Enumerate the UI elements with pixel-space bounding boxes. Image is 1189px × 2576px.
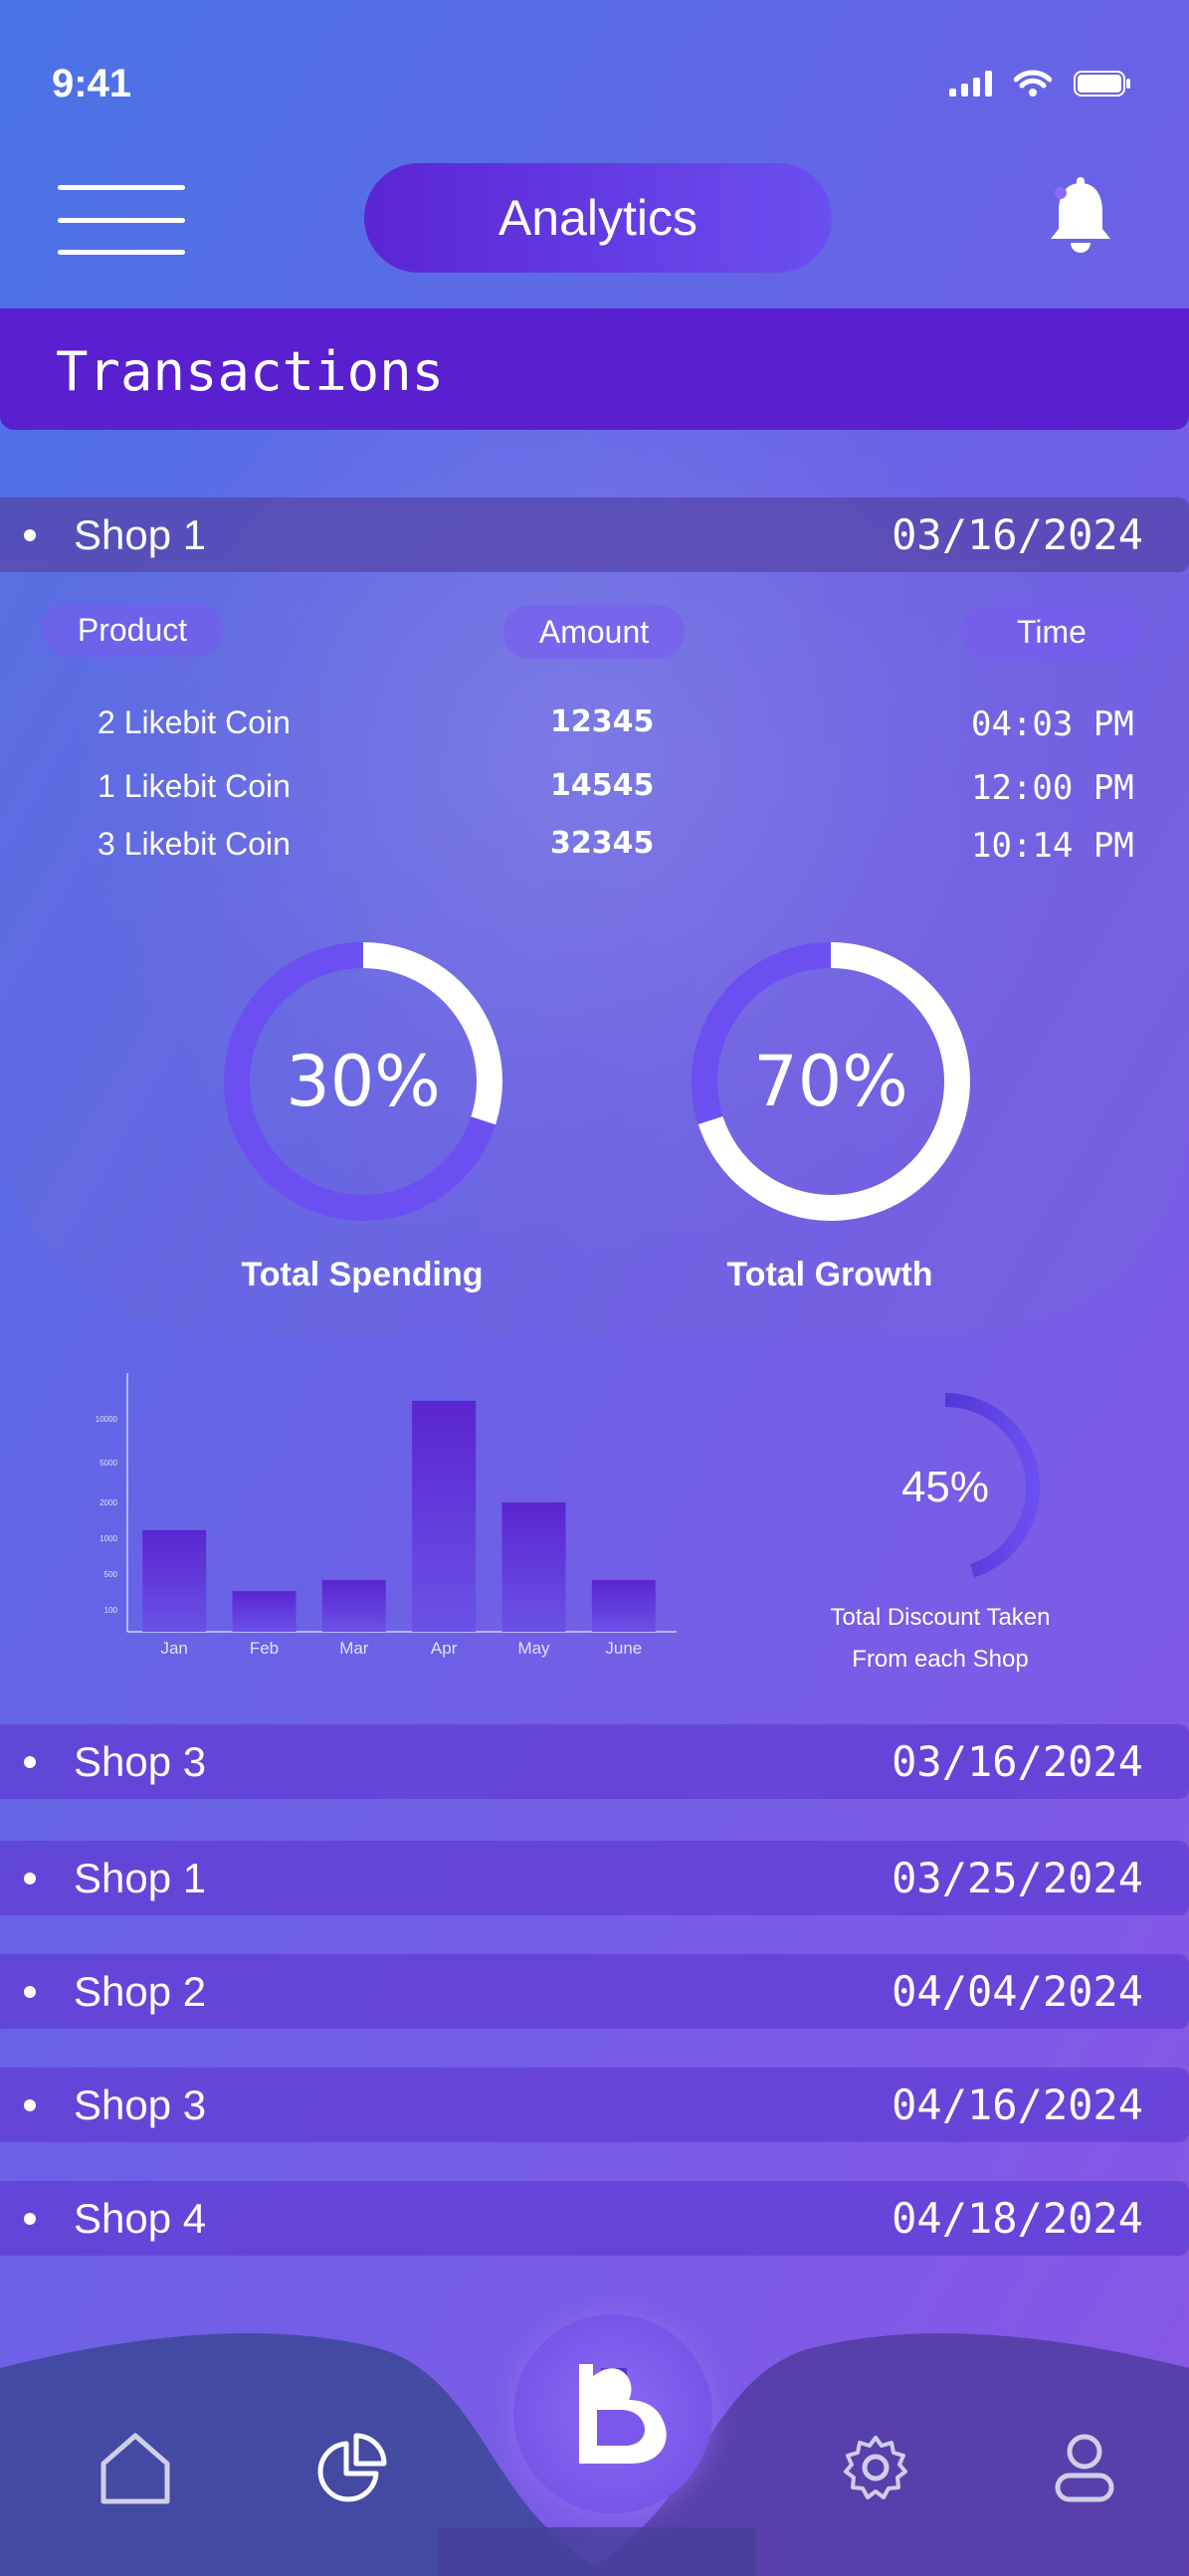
nav-profile[interactable] bbox=[1053, 2432, 1116, 2508]
profile-icon bbox=[1055, 2434, 1114, 2502]
cell-amount: 14545 bbox=[550, 768, 655, 803]
transactions-title: Transactions bbox=[56, 340, 445, 403]
bullet-dot bbox=[24, 2212, 36, 2225]
y-tick-label: 10000 bbox=[96, 1415, 118, 1424]
cell-product: 1 Likebit Coin bbox=[98, 768, 291, 804]
settings-icon bbox=[844, 2436, 907, 2499]
bullet-dot bbox=[24, 528, 36, 541]
bar bbox=[591, 1580, 656, 1632]
discount-ring: 45% bbox=[841, 1383, 1040, 1592]
bar bbox=[412, 1400, 477, 1632]
shop-name: Shop 4 bbox=[74, 2194, 207, 2242]
bullet-dot bbox=[24, 1755, 36, 1768]
transactions-header: Transactions bbox=[0, 308, 1189, 430]
cell-product: 2 Likebit Coin bbox=[98, 704, 291, 740]
shop-date: 04/16/2024 bbox=[892, 2081, 1143, 2129]
hamburger-line bbox=[58, 217, 185, 223]
shop-name: Shop 1 bbox=[74, 510, 207, 558]
shop-row[interactable]: Shop 3 04/16/2024 bbox=[0, 2068, 1189, 2142]
shop-date: 04/04/2024 bbox=[892, 1967, 1143, 2016]
signal-icon bbox=[949, 71, 992, 97]
spending-percent: 30% bbox=[286, 1041, 441, 1122]
nav-analytics[interactable] bbox=[316, 2432, 388, 2508]
cell-time: 10:14 PM bbox=[971, 826, 1134, 866]
home-icon bbox=[100, 2433, 170, 2504]
shop-row[interactable]: Shop 2 04/04/2024 bbox=[0, 1954, 1189, 2029]
column-header-amount: Amount bbox=[503, 605, 685, 659]
x-tick-label: Jan bbox=[160, 1639, 187, 1658]
page-title: Analytics bbox=[364, 163, 832, 273]
expanded-shop-card bbox=[0, 557, 1189, 1333]
x-tick-label: June bbox=[605, 1639, 642, 1658]
hamburger-line bbox=[58, 250, 185, 255]
monthly-bar-chart: 100 500 1000 2000 5000 10000 Jan Feb Mar Apr May Ju… bbox=[96, 1373, 677, 1658]
cell-time: 04:03 PM bbox=[971, 704, 1134, 744]
growth-label: Total Growth bbox=[726, 1256, 933, 1293]
discount-label-line1: Total Discount Taken bbox=[830, 1604, 1051, 1631]
column-header-time: Time bbox=[961, 605, 1142, 659]
status-icons bbox=[949, 70, 1131, 98]
nav-home[interactable] bbox=[98, 2430, 173, 2512]
shop-date: 03/16/2024 bbox=[892, 1737, 1143, 1786]
cell-amount: 32345 bbox=[550, 826, 655, 861]
menu-button[interactable] bbox=[58, 185, 185, 255]
y-tick-label: 1000 bbox=[99, 1534, 117, 1543]
bar bbox=[501, 1502, 566, 1632]
column-header-product: Product bbox=[42, 603, 223, 657]
battery-icon bbox=[1074, 71, 1130, 97]
discount-percent: 45% bbox=[900, 1463, 990, 1511]
shop-date: 03/25/2024 bbox=[892, 1854, 1143, 1902]
bell-icon bbox=[1051, 177, 1110, 253]
nav-home-center[interactable] bbox=[513, 2314, 712, 2513]
discount-label: Total Discount Taken From each Shop bbox=[796, 1597, 1085, 1681]
shop-date: 03/16/2024 bbox=[892, 510, 1143, 559]
shop-name: Shop 3 bbox=[74, 2081, 207, 2128]
pie-chart-icon bbox=[317, 2433, 387, 2502]
nav-settings[interactable] bbox=[842, 2434, 909, 2506]
cell-time: 12:00 PM bbox=[971, 768, 1134, 808]
bar bbox=[321, 1580, 386, 1632]
shop-name: Shop 3 bbox=[74, 1737, 207, 1785]
x-tick-label: Mar bbox=[339, 1639, 369, 1658]
notification-button[interactable] bbox=[1045, 177, 1116, 259]
growth-percent: 70% bbox=[753, 1041, 908, 1122]
cell-product: 3 Likebit Coin bbox=[98, 826, 291, 862]
x-tick-label: Feb bbox=[250, 1639, 279, 1658]
bar bbox=[142, 1529, 207, 1632]
bullet-dot bbox=[24, 1985, 36, 1998]
status-time: 9:41 bbox=[52, 62, 132, 105]
shop-row-expanded[interactable]: Shop 1 03/16/2024 bbox=[0, 497, 1189, 572]
cell-amount: 12345 bbox=[550, 704, 655, 739]
y-tick-label: 500 bbox=[104, 1570, 118, 1579]
x-tick-label: Apr bbox=[431, 1639, 458, 1658]
shop-date: 04/18/2024 bbox=[892, 2194, 1143, 2243]
hamburger-line bbox=[58, 185, 185, 190]
growth-ring: 70% bbox=[687, 937, 975, 1226]
spending-ring: 30% bbox=[219, 937, 507, 1226]
y-tick-label: 2000 bbox=[99, 1498, 117, 1507]
shop-row[interactable]: Shop 4 04/18/2024 bbox=[0, 2181, 1189, 2256]
bullet-dot bbox=[24, 1872, 36, 1884]
app-logo-icon bbox=[579, 2364, 667, 2464]
bar bbox=[232, 1591, 297, 1632]
shop-row[interactable]: Shop 1 03/25/2024 bbox=[0, 1841, 1189, 1915]
y-tick-label: 100 bbox=[104, 1606, 118, 1615]
x-tick-label: May bbox=[517, 1639, 550, 1658]
bullet-dot bbox=[24, 2098, 36, 2111]
spending-label: Total Spending bbox=[241, 1256, 484, 1293]
discount-label-line2: From each Shop bbox=[852, 1646, 1029, 1673]
shop-name: Shop 1 bbox=[74, 1854, 207, 1901]
y-tick-label: 5000 bbox=[99, 1459, 117, 1468]
shop-row[interactable]: Shop 3 03/16/2024 bbox=[0, 1724, 1189, 1799]
wifi-icon bbox=[1014, 70, 1052, 97]
shop-name: Shop 2 bbox=[74, 1967, 207, 2015]
